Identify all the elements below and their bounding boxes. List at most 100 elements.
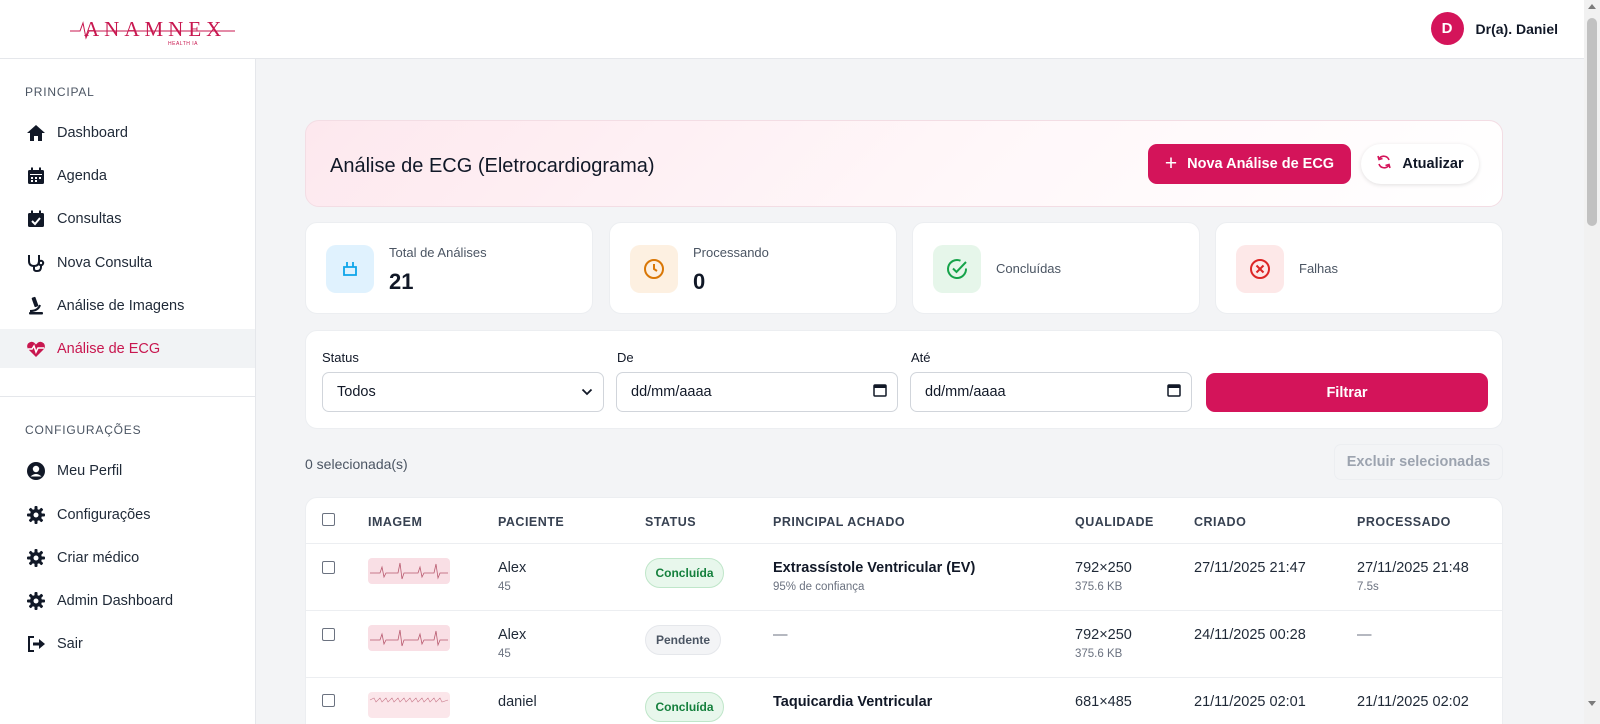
column-header-imagem[interactable]: IMAGEM [368,515,422,529]
plus-icon: + [1164,151,1178,175]
avatar[interactable]: D [1430,12,1464,45]
refresh-label: Atualizar [1402,156,1464,172]
from-date-input[interactable]: dd/mm/aaaa [616,372,898,412]
user-menu[interactable]: D Dr(a). Daniel [1430,12,1558,45]
sidebar-item-label: Criar médico [57,549,140,566]
column-header-criado[interactable]: CRIADO [1194,515,1246,529]
finding-confidence: 95% de confiança [773,581,865,593]
sidebar-item-label: Meu Perfil [57,462,123,479]
sidebar-divider [0,396,255,397]
stat-card-total: Total de Análises 21 [305,222,593,314]
sidebar-item-label: Dashboard [57,124,128,141]
sidebar-item-label: Análise de ECG [57,340,161,357]
home-icon [25,122,47,144]
stat-label: Total de Análises [389,245,487,260]
created-date: 21/11/2025 02:01 [1194,694,1306,710]
new-ecg-analysis-label: Nova Análise de ECG [1187,156,1335,172]
from-date-label: De [617,350,634,365]
check-circle-icon [933,245,981,293]
select-all-checkbox[interactable] [322,513,335,526]
status-filter-label: Status [322,350,359,365]
section-title-configuracoes: CONFIGURAÇÕES [25,423,142,437]
sidebar-item-configuracoes[interactable]: Configurações [0,495,255,534]
row-divider [306,543,1502,544]
page-scrollbar[interactable] [1584,0,1600,724]
stat-label: Falhas [1299,261,1339,276]
sidebar-item-sair[interactable]: Sair [0,624,255,663]
x-circle-icon [1236,245,1284,293]
row-divider [306,677,1502,678]
patient-name: Alex [498,627,527,643]
sidebar-item-criar-medico[interactable]: Criar médico [0,538,255,577]
file-size: 375.6 KB [1075,648,1123,660]
file-size: 375.6 KB [1075,581,1123,593]
scroll-up-arrow-icon[interactable] [1588,4,1596,9]
main-finding: Extrassístole Ventricular (EV) [773,560,976,576]
sidebar-item-analise-imagens[interactable]: Análise de Imagens [0,286,255,325]
ecg-thumbnail[interactable] [368,692,450,718]
sidebar-item-agenda[interactable]: Agenda [0,156,255,195]
created-date: 27/11/2025 21:47 [1194,560,1306,576]
column-header-principal-achado[interactable]: PRINCIPAL ACHADO [773,515,905,529]
main-finding: Taquicardia Ventricular [773,694,933,710]
image-dimensions: 792×250 [1075,560,1132,576]
row-checkbox[interactable] [322,628,335,641]
top-bar: ANAMNEX HEALTH IA D Dr(a). Daniel [0,0,1584,59]
stethoscope-icon [25,252,47,274]
filter-panel: Status Todos De dd/mm/aaaa Até dd/mm/aaa… [305,330,1503,429]
to-date-input[interactable]: dd/mm/aaaa [910,372,1192,412]
sidebar-item-label: Sair [57,635,83,652]
sidebar-item-label: Consultas [57,210,122,227]
patient-name: Alex [498,560,527,576]
sidebar-item-admin-dashboard[interactable]: Admin Dashboard [0,581,255,620]
heart-pulse-icon [25,338,47,360]
refresh-button[interactable]: Atualizar [1361,144,1479,184]
page-header: Análise de ECG (Eletrocardiograma) + Nov… [305,120,1503,207]
clock-icon [630,245,678,293]
processed-date: — [1357,627,1372,643]
chevron-down-icon [581,384,593,400]
column-header-processado[interactable]: PROCESSADO [1357,515,1451,529]
column-header-qualidade[interactable]: QUALIDADE [1075,515,1154,529]
gear-icon [25,504,47,526]
processing-duration: 7.5s [1357,581,1379,593]
sidebar-item-analise-ecg[interactable]: Análise de ECG [0,329,255,368]
sidebar: PRINCIPAL Dashboard Agenda Consultas Nov… [0,59,256,724]
column-header-paciente[interactable]: PACIENTE [498,515,564,529]
processed-date: 21/11/2025 02:02 [1357,694,1469,710]
scrollbar-thumb[interactable] [1587,18,1597,226]
plug-icon [326,245,374,293]
refresh-icon [1376,154,1392,174]
main-finding: — [773,627,788,643]
to-date-label: Até [911,350,931,365]
ecg-thumbnail[interactable] [368,625,450,651]
user-name[interactable]: Dr(a). Daniel [1476,21,1558,37]
column-header-status[interactable]: STATUS [645,515,696,529]
sidebar-item-nova-consulta[interactable]: Nova Consulta [0,243,255,282]
patient-name: daniel [498,694,537,710]
sidebar-item-label: Admin Dashboard [57,592,174,609]
status-badge: Concluída [645,558,724,588]
row-checkbox[interactable] [322,694,335,707]
logo-text: ANAMNEX [84,17,227,41]
sidebar-item-meu-perfil[interactable]: Meu Perfil [0,451,255,490]
row-checkbox[interactable] [322,561,335,574]
sidebar-item-dashboard[interactable]: Dashboard [0,113,255,152]
anamnex-logo[interactable]: ANAMNEX HEALTH IA [70,14,240,47]
calendar-icon[interactable] [873,383,887,401]
sidebar-item-consultas[interactable]: Consultas [0,199,255,238]
from-date-placeholder: dd/mm/aaaa [631,384,712,400]
page-title: Análise de ECG (Eletrocardiograma) [330,155,655,177]
ecg-thumbnail[interactable] [368,558,450,584]
stat-card-processing: Processando 0 [609,222,897,314]
logout-icon [25,633,47,655]
sidebar-item-label: Configurações [57,506,151,523]
scroll-down-arrow-icon[interactable] [1588,701,1596,706]
status-select[interactable]: Todos [322,372,604,412]
new-ecg-analysis-button[interactable]: + Nova Análise de ECG [1148,144,1351,184]
processed-date: 27/11/2025 21:48 [1357,560,1469,576]
calendar-icon[interactable] [1167,383,1181,401]
stat-label: Concluídas [996,261,1062,276]
filter-button[interactable]: Filtrar [1206,373,1488,412]
delete-selected-button[interactable]: Excluir selecionadas [1334,444,1503,480]
